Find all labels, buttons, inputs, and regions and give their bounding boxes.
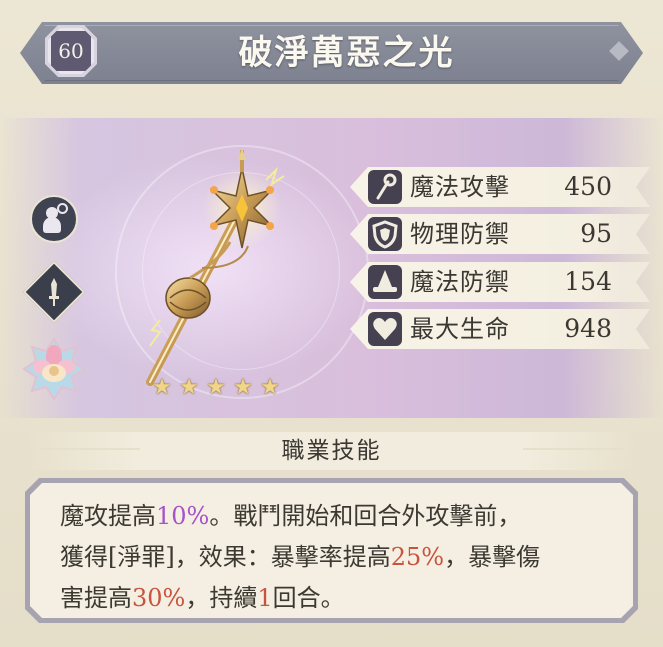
stat-value: 450 <box>564 172 612 201</box>
stat-value: 948 <box>564 314 612 343</box>
skill-section-title: 職業技能 <box>281 438 382 464</box>
star-icon: ★ <box>179 375 199 400</box>
sword-glyph-icon <box>46 276 62 310</box>
star-icon: ★ <box>260 375 280 400</box>
skill-line-3: 害提高30%，持續1回合。 <box>60 584 345 612</box>
skill-description: 魔攻提高10%。戰鬥開始和回合外攻擊前， 獲得[淨罪]，效果：暴擊率提高25%，… <box>60 496 620 619</box>
stat-row-physical-defense: 物理防禦 95 <box>350 214 650 254</box>
stat-label: 最大生命 <box>410 315 510 343</box>
crit-rate-bonus: 25% <box>390 543 445 571</box>
staff-weapon-image <box>130 148 290 390</box>
character-search-icon[interactable] <box>30 195 78 243</box>
stat-value: 95 <box>580 219 612 248</box>
stat-row-magic-attack: 魔法攻擊 450 <box>350 167 650 207</box>
duration-turns: 1 <box>257 584 273 612</box>
physical-defense-icon <box>368 217 402 251</box>
stat-value: 154 <box>564 267 612 296</box>
magic-attack-bonus: 10% <box>156 502 210 530</box>
star-icon: ★ <box>152 375 172 400</box>
stat-label: 魔法攻擊 <box>410 173 510 201</box>
star-icon: ★ <box>206 375 226 400</box>
magic-attack-icon <box>368 170 402 204</box>
stat-label: 物理防禦 <box>410 220 510 248</box>
level-badge: 60 <box>48 28 94 74</box>
item-title: 破淨萬惡之光 <box>238 33 455 73</box>
magic-defense-icon <box>368 265 402 299</box>
rarity-stars: ★ ★ ★ ★ ★ <box>150 376 282 400</box>
skill-line-1: 魔攻提高10%。戰鬥開始和回合外攻擊前， <box>60 502 522 530</box>
skill-line-2: 獲得[淨罪]，效果：暴擊率提高25%，暴擊傷 <box>60 543 541 571</box>
star-icon: ★ <box>233 375 253 400</box>
lotus-class-icon[interactable] <box>22 337 86 401</box>
heart-icon <box>368 312 402 346</box>
stat-row-max-hp: 最大生命 948 <box>350 309 650 349</box>
stat-label: 魔法防禦 <box>410 268 510 296</box>
crit-damage-bonus: 30% <box>132 584 186 612</box>
stat-row-magic-defense: 魔法防禦 154 <box>350 262 650 302</box>
